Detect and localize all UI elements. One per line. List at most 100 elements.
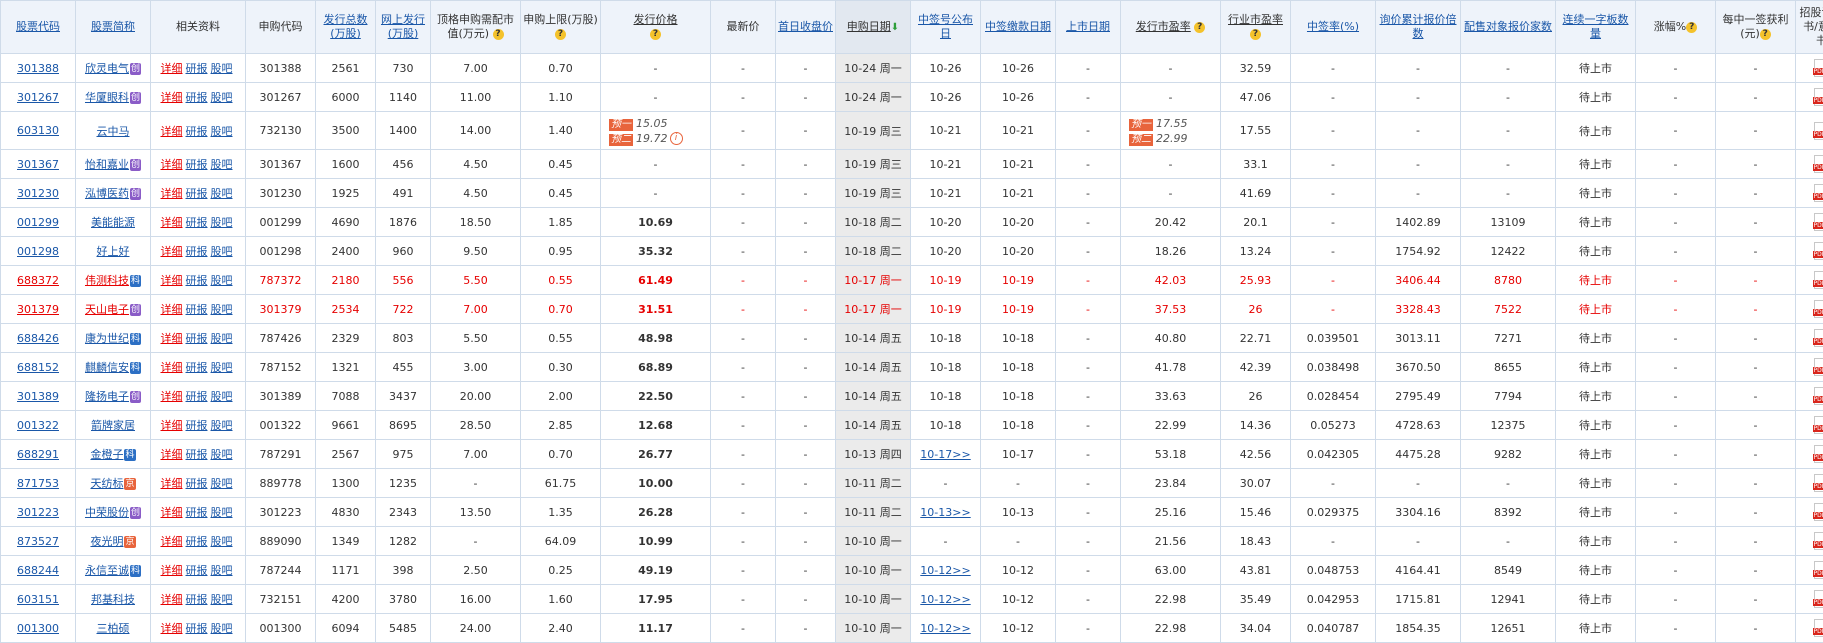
stock-name-link[interactable]: 邦基科技 bbox=[91, 593, 135, 606]
stock-name-link[interactable]: 中荣股份 bbox=[85, 506, 129, 519]
research-link[interactable]: 研报 bbox=[186, 448, 208, 461]
stock-name-link[interactable]: 金橙子 bbox=[90, 448, 123, 461]
research-link[interactable]: 研报 bbox=[186, 91, 208, 104]
prospectus-cell[interactable] bbox=[1796, 440, 1823, 469]
header-alloc[interactable]: 配售对象报价家数 bbox=[1461, 1, 1556, 54]
detail-link[interactable]: 详细 bbox=[161, 622, 183, 635]
research-link[interactable]: 研报 bbox=[186, 62, 208, 75]
header-change[interactable]: 涨幅%? bbox=[1636, 1, 1716, 54]
stock-name-cell[interactable]: 永信至诚科 bbox=[76, 556, 151, 585]
prospectus-cell[interactable] bbox=[1796, 411, 1823, 440]
forum-link[interactable]: 股吧 bbox=[211, 216, 233, 229]
stock-name-cell[interactable]: 天山电子创 bbox=[76, 295, 151, 324]
research-link[interactable]: 研报 bbox=[186, 564, 208, 577]
stock-code-link[interactable]: 301389 bbox=[17, 390, 59, 403]
stock-name-link[interactable]: 三柏硕 bbox=[97, 622, 130, 635]
stock-name-cell[interactable]: 怡和嘉业创 bbox=[76, 150, 151, 179]
detail-link[interactable]: 详细 bbox=[161, 303, 183, 316]
info-icon[interactable]: i bbox=[670, 132, 683, 145]
pdf-icon[interactable] bbox=[1814, 213, 1823, 231]
prospectus-cell[interactable] bbox=[1796, 295, 1823, 324]
pdf-icon[interactable] bbox=[1814, 619, 1823, 637]
research-link[interactable]: 研报 bbox=[186, 158, 208, 171]
stock-code-cell[interactable]: 871753 bbox=[1, 469, 76, 498]
stock-code-link[interactable]: 001298 bbox=[17, 245, 59, 258]
header-list-date[interactable]: 上市日期 bbox=[1056, 1, 1121, 54]
pdf-icon[interactable] bbox=[1814, 590, 1823, 608]
help-icon[interactable]: ? bbox=[1686, 22, 1697, 33]
help-icon[interactable]: ? bbox=[555, 29, 566, 40]
research-link[interactable]: 研报 bbox=[186, 216, 208, 229]
header-name[interactable]: 股票简称 bbox=[76, 1, 151, 54]
detail-link[interactable]: 详细 bbox=[161, 216, 183, 229]
header-online-shares[interactable]: 网上发行(万股) bbox=[376, 1, 431, 54]
pdf-icon[interactable] bbox=[1814, 532, 1823, 550]
detail-link[interactable]: 详细 bbox=[161, 535, 183, 548]
pdf-icon[interactable] bbox=[1814, 59, 1823, 77]
stock-code-cell[interactable]: 688291 bbox=[1, 440, 76, 469]
stock-code-link[interactable]: 301223 bbox=[17, 506, 59, 519]
detail-link[interactable]: 详细 bbox=[161, 91, 183, 104]
stock-code-link[interactable]: 871753 bbox=[17, 477, 59, 490]
stock-name-cell[interactable]: 麒麟信安科 bbox=[76, 353, 151, 382]
header-profit[interactable]: 每中一签获利(元)? bbox=[1716, 1, 1796, 54]
stock-code-link[interactable]: 688291 bbox=[17, 448, 59, 461]
header-ind-pe[interactable]: 行业市盈率? bbox=[1221, 1, 1291, 54]
help-icon[interactable]: ? bbox=[1760, 29, 1771, 40]
pdf-icon[interactable] bbox=[1814, 242, 1823, 260]
help-icon[interactable]: ? bbox=[1194, 22, 1205, 33]
prospectus-cell[interactable] bbox=[1796, 83, 1823, 112]
lot-date-link[interactable]: 10-17>> bbox=[920, 448, 970, 461]
pdf-icon[interactable] bbox=[1814, 445, 1823, 463]
header-issue-pe[interactable]: 发行市盈率 ? bbox=[1121, 1, 1221, 54]
prospectus-cell[interactable] bbox=[1796, 179, 1823, 208]
research-link[interactable]: 研报 bbox=[186, 419, 208, 432]
research-link[interactable]: 研报 bbox=[186, 245, 208, 258]
pdf-icon[interactable] bbox=[1814, 358, 1823, 376]
stock-name-link[interactable]: 云中马 bbox=[97, 125, 130, 138]
forum-link[interactable]: 股吧 bbox=[211, 158, 233, 171]
pdf-icon[interactable] bbox=[1814, 155, 1823, 173]
prospectus-cell[interactable] bbox=[1796, 556, 1823, 585]
forum-link[interactable]: 股吧 bbox=[211, 535, 233, 548]
stock-code-link[interactable]: 301388 bbox=[17, 62, 59, 75]
prospectus-cell[interactable] bbox=[1796, 112, 1823, 150]
pdf-icon[interactable] bbox=[1814, 184, 1823, 202]
pdf-icon[interactable] bbox=[1814, 474, 1823, 492]
header-limit[interactable]: 申购上限(万股) ? bbox=[521, 1, 601, 54]
stock-name-cell[interactable]: 好上好 bbox=[76, 237, 151, 266]
stock-code-cell[interactable]: 301267 bbox=[1, 83, 76, 112]
stock-name-cell[interactable]: 邦基科技 bbox=[76, 585, 151, 614]
prospectus-cell[interactable] bbox=[1796, 498, 1823, 527]
detail-link[interactable]: 详细 bbox=[161, 274, 183, 287]
pdf-icon[interactable] bbox=[1814, 503, 1823, 521]
stock-code-link[interactable]: 688426 bbox=[17, 332, 59, 345]
stock-code-link[interactable]: 301367 bbox=[17, 158, 59, 171]
prospectus-cell[interactable] bbox=[1796, 353, 1823, 382]
detail-link[interactable]: 详细 bbox=[161, 158, 183, 171]
stock-code-link[interactable]: 873527 bbox=[17, 535, 59, 548]
header-win-rate[interactable]: 中签率(%) bbox=[1291, 1, 1376, 54]
prospectus-cell[interactable] bbox=[1796, 469, 1823, 498]
stock-code-cell[interactable]: 301230 bbox=[1, 179, 76, 208]
stock-name-cell[interactable]: 欣灵电气创 bbox=[76, 54, 151, 83]
prospectus-cell[interactable] bbox=[1796, 614, 1823, 643]
header-sub-date[interactable]: 申购日期⬇ bbox=[836, 1, 911, 54]
stock-name-cell[interactable]: 泓博医药创 bbox=[76, 179, 151, 208]
detail-link[interactable]: 详细 bbox=[161, 448, 183, 461]
stock-code-link[interactable]: 688244 bbox=[17, 564, 59, 577]
stock-name-link[interactable]: 永信至诚 bbox=[85, 564, 129, 577]
stock-name-link[interactable]: 天山电子 bbox=[85, 303, 129, 316]
research-link[interactable]: 研报 bbox=[186, 125, 208, 138]
header-code[interactable]: 股票代码 bbox=[1, 1, 76, 54]
pdf-icon[interactable] bbox=[1814, 271, 1823, 289]
header-inquiry[interactable]: 询价累计报价倍数 bbox=[1376, 1, 1461, 54]
prospectus-cell[interactable] bbox=[1796, 237, 1823, 266]
research-link[interactable]: 研报 bbox=[186, 274, 208, 287]
detail-link[interactable]: 详细 bbox=[161, 125, 183, 138]
stock-name-cell[interactable]: 康为世纪科 bbox=[76, 324, 151, 353]
forum-link[interactable]: 股吧 bbox=[211, 448, 233, 461]
stock-code-cell[interactable]: 301388 bbox=[1, 54, 76, 83]
prospectus-cell[interactable] bbox=[1796, 54, 1823, 83]
stock-code-cell[interactable]: 603151 bbox=[1, 585, 76, 614]
